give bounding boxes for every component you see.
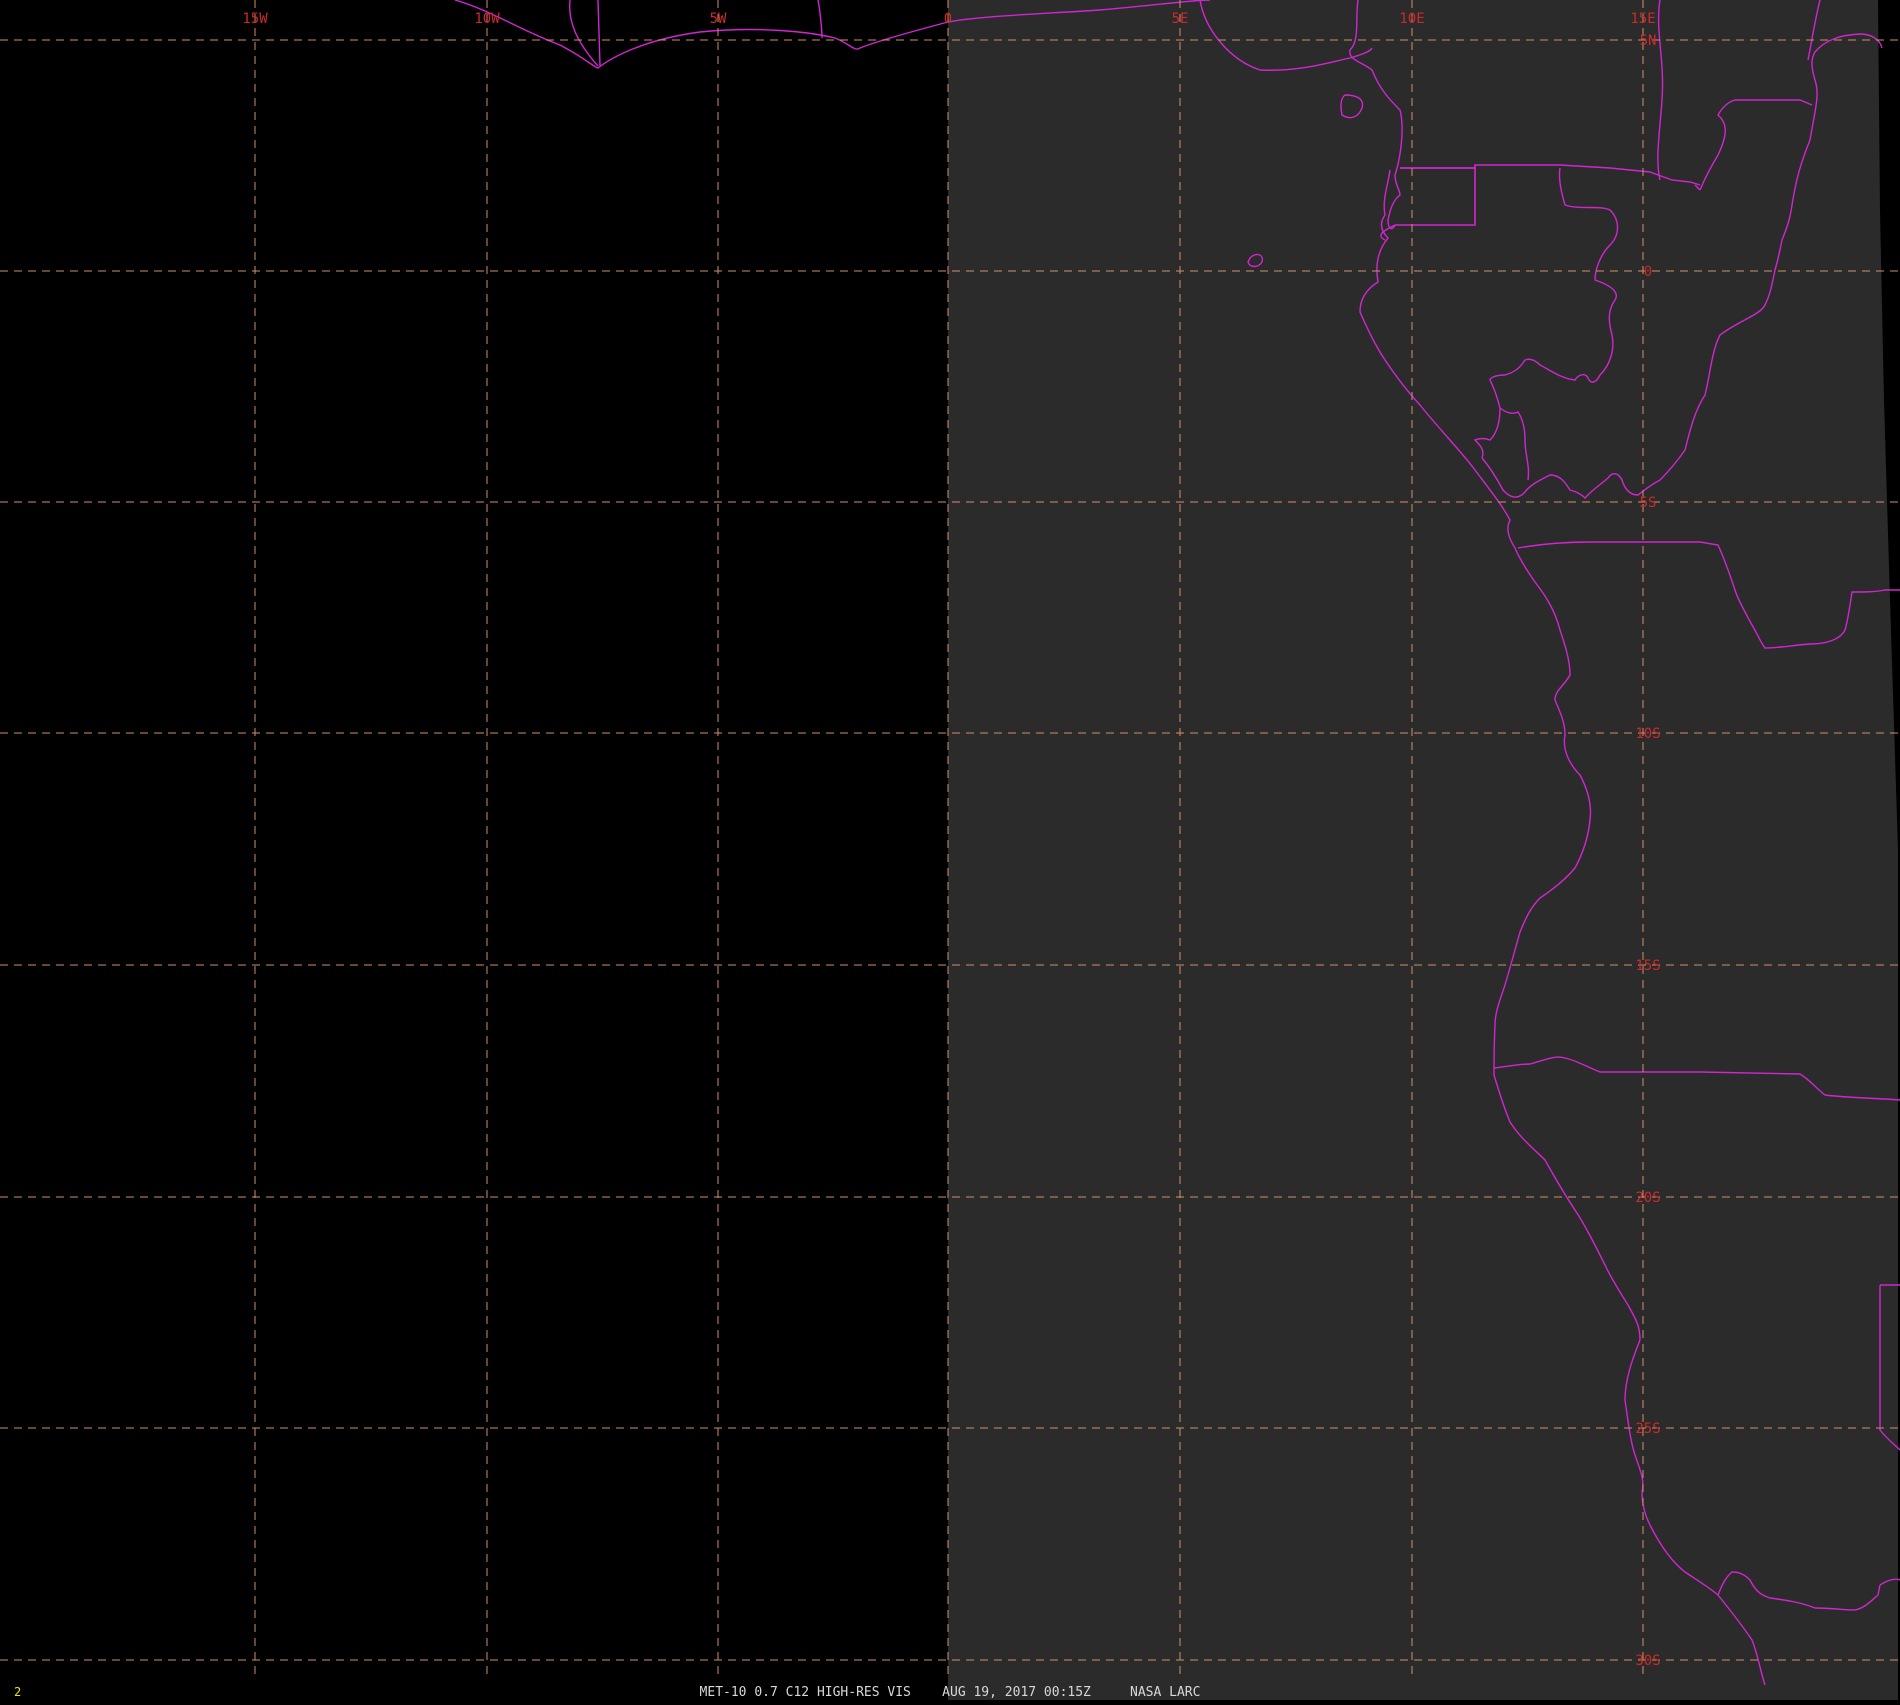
longitude-label: 5E bbox=[1172, 11, 1189, 27]
latitude-label: 15S bbox=[1635, 958, 1660, 974]
satellite-map[interactable]: 15W 10W 5W 0 5E 10E 15E5N05S10S15S20S25S30S 2 … bbox=[0, 0, 1900, 1700]
latitude-label: 20S bbox=[1635, 1190, 1660, 1206]
frame-number: 2 bbox=[14, 1685, 21, 1699]
longitude-label: 15W bbox=[242, 11, 268, 27]
latitude-label: 0 bbox=[1644, 264, 1652, 280]
longitude-label: 10E bbox=[1399, 11, 1424, 27]
longitude-label: 15E bbox=[1630, 11, 1655, 27]
image-caption: MET-10 0.7 C12 HIGH-RES VIS AUG 19, 2017… bbox=[700, 1685, 1201, 1700]
latitude-label: 10S bbox=[1635, 726, 1660, 742]
longitude-label: 10W bbox=[474, 11, 500, 27]
latitude-label: 25S bbox=[1635, 1421, 1660, 1437]
longitude-label: 5W bbox=[710, 11, 727, 27]
satellite-image-viewer[interactable]: 15W 10W 5W 0 5E 10E 15E 5N 0 5S 10S 15S 20S 25S 30S 2 … bbox=[0, 0, 1900, 1700]
latitude-label: 5S bbox=[1640, 495, 1657, 511]
latitude-label: 5N bbox=[1640, 33, 1657, 49]
earth-disk bbox=[948, 0, 1898, 1700]
longitude-label: 0 bbox=[944, 11, 952, 27]
latitude-label: 30S bbox=[1635, 1653, 1660, 1669]
